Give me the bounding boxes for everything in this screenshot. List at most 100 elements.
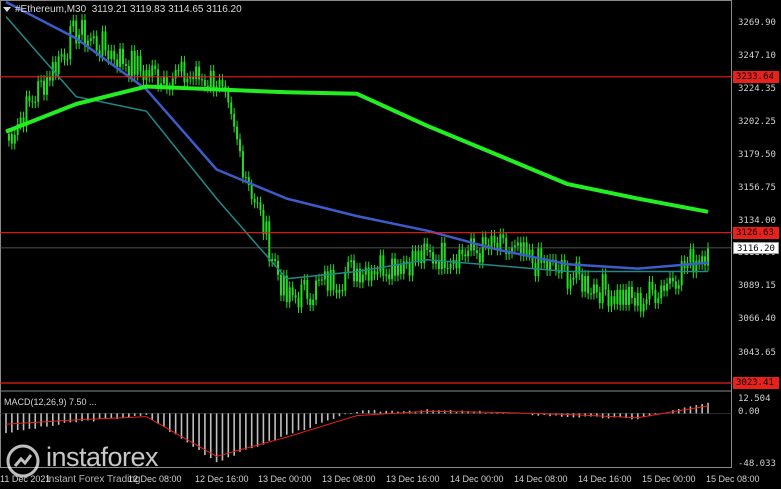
- price-candle-body: [590, 293, 592, 295]
- price-candle-body: [262, 209, 265, 235]
- chart-border: [0, 0, 732, 468]
- price-label: 3043.65: [738, 347, 776, 358]
- price-candle-body: [7, 133, 10, 141]
- price-candle-body: [411, 251, 414, 276]
- price-candle-body: [396, 264, 399, 276]
- time-label: 13 Dec 16:00: [386, 474, 440, 484]
- instaforex-watermark: instaforex Instant Forex Trading: [6, 440, 186, 488]
- price-candle-body: [34, 101, 37, 103]
- price-candle-body: [347, 261, 350, 273]
- price-candle-body: [198, 66, 201, 80]
- price-candle-body: [83, 20, 86, 47]
- price-candle-body: [566, 266, 569, 289]
- price-candle-body: [288, 287, 291, 303]
- price-candle-body: [645, 299, 648, 304]
- price-candle-body: [399, 264, 402, 274]
- price-candle-body: [481, 237, 484, 263]
- price-candle-body: [364, 267, 367, 275]
- macd-label: MACD(12,26,9) 7.50 ...: [4, 397, 97, 407]
- price-candle-body: [297, 297, 300, 308]
- price-candle-body: [654, 289, 657, 303]
- price-candle-body: [385, 274, 388, 276]
- time-label: 12 Dec 16:00: [195, 474, 249, 484]
- price-candle-body: [461, 249, 464, 255]
- price-candle-body: [136, 55, 139, 75]
- price-candle-body: [43, 80, 46, 95]
- price-candle-body: [630, 286, 633, 298]
- price-candle-body: [455, 259, 458, 269]
- brand-tagline: Instant Forex Trading: [46, 474, 141, 485]
- price-candle-body: [13, 134, 16, 144]
- price-candle-body: [320, 279, 323, 281]
- time-label: 15 Dec 08:00: [706, 474, 760, 484]
- price-candle-body: [116, 59, 119, 67]
- price-candle-body: [370, 270, 373, 281]
- price-candle-body: [239, 139, 241, 152]
- price-label: 3089.15: [738, 281, 776, 292]
- price-candle-body: [648, 281, 651, 300]
- price-candle-body: [338, 289, 341, 293]
- chart-canvas[interactable]: [0, 0, 781, 489]
- level-tag-upper: 3233.64: [733, 70, 779, 83]
- price-label: 3156.75: [738, 182, 776, 193]
- price-candle-body: [110, 50, 113, 60]
- price-candle-body: [92, 36, 95, 39]
- macd-scale-label: 0.00: [738, 407, 760, 418]
- price-candle-body: [329, 269, 332, 291]
- price-candle-body: [478, 253, 481, 263]
- price-candle-body: [274, 258, 277, 261]
- price-label: 3179.50: [738, 149, 776, 160]
- price-candle-body: [154, 65, 157, 70]
- ohlc-values: 3119.21 3119.83 3114.65 3116.20: [91, 4, 242, 15]
- price-candle-body: [279, 274, 282, 296]
- time-label: 14 Dec 08:00: [514, 474, 568, 484]
- price-candle-body: [502, 234, 505, 238]
- price-candle-body: [475, 250, 478, 254]
- price-candle-body: [671, 277, 674, 282]
- price-candle-body: [162, 76, 165, 84]
- price-candle-body: [151, 65, 154, 77]
- price-candle-body: [443, 242, 446, 269]
- price-candle-body: [145, 70, 148, 81]
- price-candle-body: [63, 54, 66, 60]
- chart-title[interactable]: #Ethereum,M30 3119.21 3119.83 3114.65 31…: [3, 4, 242, 15]
- price-candle-body: [306, 279, 309, 299]
- price-candle-body: [449, 264, 452, 269]
- price-candle-body: [344, 272, 347, 291]
- price-candle-body: [285, 275, 288, 303]
- price-candle-body: [584, 275, 587, 292]
- price-candle-body: [467, 250, 470, 257]
- time-label: 14 Dec 16:00: [578, 474, 632, 484]
- price-candle-body: [379, 255, 382, 272]
- price-candle-body: [259, 202, 262, 210]
- price-candle-body: [663, 285, 666, 291]
- price-candle-body: [122, 48, 124, 65]
- price-candle-body: [101, 31, 104, 56]
- price-candle-body: [587, 275, 590, 294]
- price-candle-body: [692, 249, 695, 273]
- price-candle-body: [525, 242, 528, 255]
- price-candle-body: [522, 242, 525, 256]
- price-candle-body: [394, 258, 397, 276]
- price-candle-body: [28, 96, 31, 102]
- price-candle-body: [250, 185, 253, 200]
- price-candle-body: [177, 70, 180, 72]
- price-candle-body: [244, 177, 247, 179]
- brand-name: instaforex: [46, 442, 159, 472]
- price-candle-body: [543, 260, 546, 263]
- price-candle-body: [610, 296, 613, 307]
- price-candle-body: [546, 260, 549, 271]
- price-candle-body: [60, 54, 63, 57]
- price-candle-body: [332, 269, 335, 290]
- price-candle-body: [607, 289, 610, 307]
- dropdown-triangle-icon[interactable]: [3, 6, 11, 12]
- price-candle-body: [139, 55, 142, 71]
- price-candle-body: [464, 254, 467, 257]
- price-candle-body: [19, 117, 22, 124]
- price-candle-body: [458, 249, 461, 269]
- price-axis[interactable]: 3269.90 3247.10 3224.35 3202.25 3179.50 3156.…: [732, 0, 781, 489]
- price-candle-body: [595, 284, 598, 293]
- price-candle-body: [268, 221, 271, 262]
- price-label: 3224.35: [738, 84, 776, 95]
- price-candle-body: [104, 31, 107, 51]
